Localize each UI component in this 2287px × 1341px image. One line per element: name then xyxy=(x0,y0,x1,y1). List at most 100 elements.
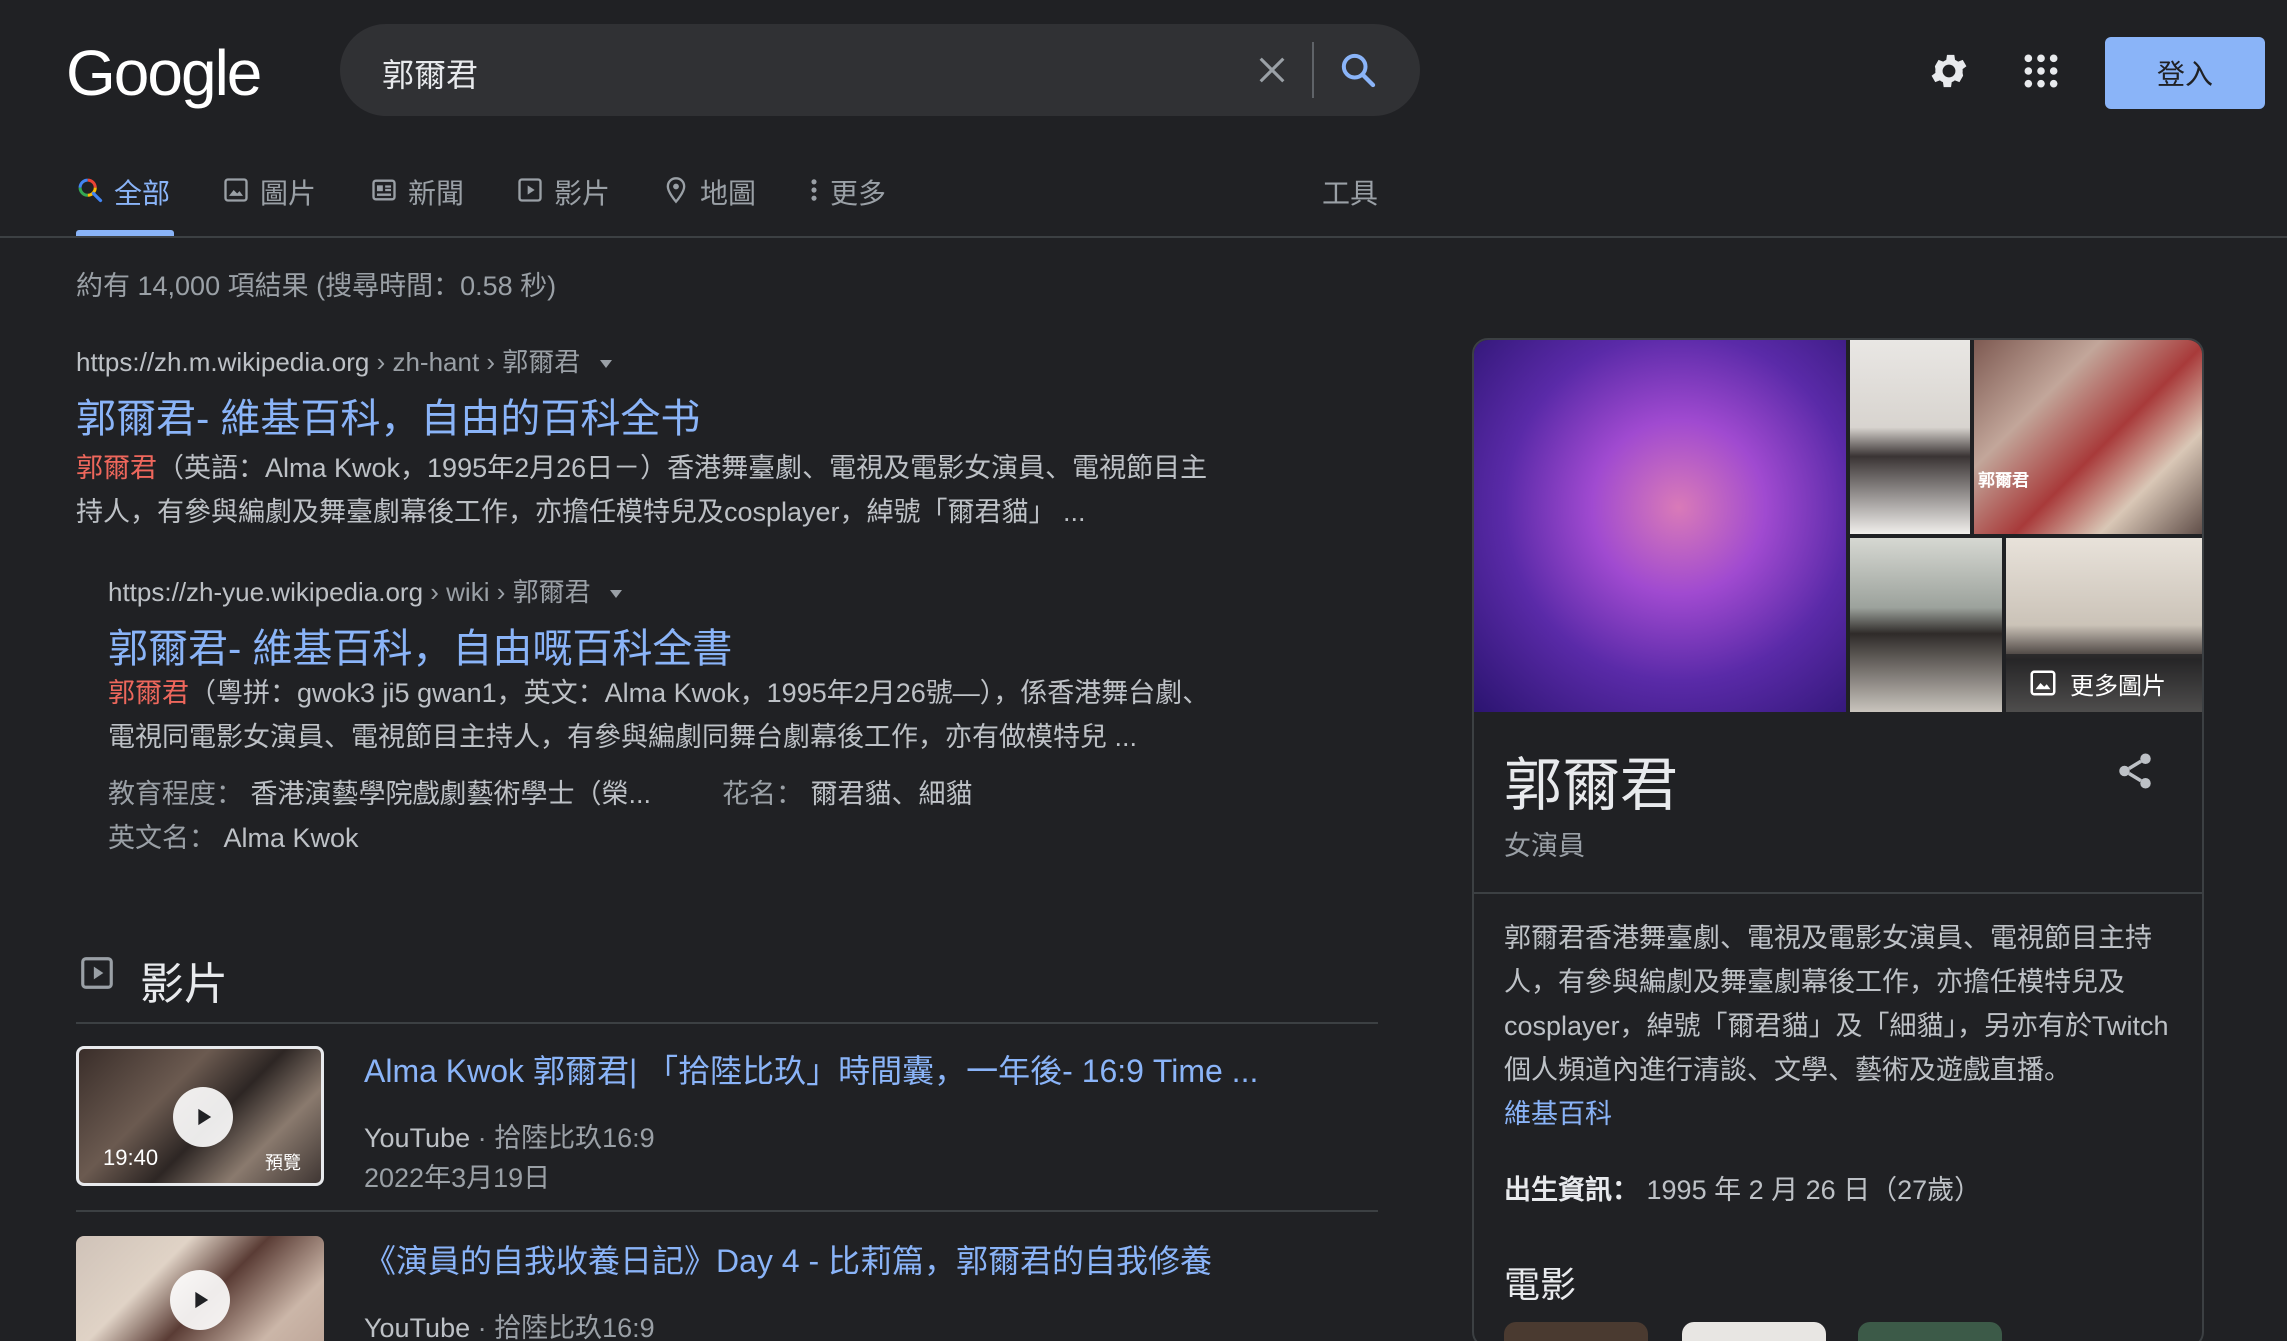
search-color-icon xyxy=(78,178,103,203)
film-thumbnail[interactable] xyxy=(1858,1322,2002,1341)
settings-button[interactable] xyxy=(1922,44,1976,98)
kp-description: 郭爾君香港舞臺劇、電視及電影女演員、電視節目主持人，有參與編劇及舞臺劇幕後工作，… xyxy=(1504,916,2184,1136)
video-title-link[interactable]: 《演員的自我收養日記》Day 4 - 比莉篇，郭爾君的自我修養 xyxy=(364,1236,1212,1282)
video-preview-label: 預覽 xyxy=(265,1153,301,1173)
image-icon xyxy=(2030,670,2056,696)
video-platform: YouTube xyxy=(364,1123,471,1153)
tab-videos[interactable]: 影片 xyxy=(516,172,610,238)
more-images-button[interactable]: 更多圖片 xyxy=(2006,654,2202,712)
video-channel: · 拾陸比玖16:9 xyxy=(470,1313,655,1341)
tab-all-label: 全部 xyxy=(114,178,171,209)
kp-films-heading[interactable]: 電影 xyxy=(1504,1256,1576,1308)
kp-birth-info: 出生資訊： 1995 年 2 月 26 日（27歲） xyxy=(1504,1168,1981,1207)
tab-all[interactable]: 全部 xyxy=(76,172,170,238)
video-thumbnail[interactable]: 19:40 預覽 xyxy=(76,1046,324,1186)
meta-value[interactable]: Alma Kwok xyxy=(224,823,359,853)
result-citation[interactable]: https://zh.m.wikipedia.org › zh-hant › 郭… xyxy=(76,342,614,379)
search-box[interactable]: 郭爾君 xyxy=(340,24,1420,116)
result-domain: https://zh.m.wikipedia.org xyxy=(76,347,370,377)
tabs-divider xyxy=(0,236,2287,238)
result-snippet: 郭爾君（粵拼：gwok3 ji5 gwan1，英文：Alma Kwok，1995… xyxy=(108,671,1308,759)
result-stats: 約有 14,000 項結果 (搜尋時間：0.58 秒) xyxy=(76,271,557,301)
tab-images-label: 圖片 xyxy=(260,178,317,209)
result-title-link[interactable]: 郭爾君- 維基百科，自由嘅百科全書 xyxy=(108,616,732,674)
video-channel: · 拾陸比玖16:9 xyxy=(470,1123,655,1153)
film-thumbnail[interactable] xyxy=(1682,1322,1826,1341)
meta-value[interactable]: 爾君貓、細貓 xyxy=(811,779,973,809)
snippet-line-1: （粵拼：gwok3 ji5 gwan1，英文：Alma Kwok，1995年2月… xyxy=(189,678,1210,708)
result-snippet: 郭爾君（英語：Alma Kwok，1995年2月26日－）香港舞臺劇、電視及電影… xyxy=(76,446,1276,534)
meta-value[interactable]: 香港演藝學院戲劇藝術學士（榮... xyxy=(251,779,652,809)
play-icon xyxy=(198,1108,212,1126)
caret-down-icon[interactable] xyxy=(608,588,624,600)
kp-birth-value: 1995 年 2 月 26 日（27歲） xyxy=(1646,1175,1982,1205)
apps-grid-icon xyxy=(2024,54,2058,88)
google-logo[interactable]: Google xyxy=(66,36,262,110)
snippet-line-2: 電視同電影女演員、電視節目主持人，有參與編劇同舞台劇幕後工作，亦有做模特兒 ..… xyxy=(108,722,1138,752)
kp-image[interactable] xyxy=(1850,538,2002,712)
video-section-icon xyxy=(78,954,116,997)
tab-maps-label: 地圖 xyxy=(700,178,757,209)
snippet-highlight: 郭爾君 xyxy=(76,453,157,483)
wikipedia-link[interactable]: 維基百科 xyxy=(1504,1099,1612,1129)
close-icon xyxy=(1259,57,1285,83)
more-images-label: 更多圖片 xyxy=(2070,672,2166,700)
result-domain: https://zh-yue.wikipedia.org xyxy=(108,577,424,607)
snippet-line-1: （英語：Alma Kwok，1995年2月26日－）香港舞臺劇、電視及電影女演員… xyxy=(157,453,1208,483)
kp-image[interactable] xyxy=(1850,340,1970,534)
gear-icon xyxy=(1931,54,1967,88)
kp-subtitle: 女演員 xyxy=(1504,831,1585,861)
play-button[interactable] xyxy=(170,1270,230,1330)
video-date: 2022年3月19日 xyxy=(364,1163,551,1193)
search-divider xyxy=(1312,42,1314,98)
result-meta-education: 教育程度： 香港演藝學院戲劇藝術學士（榮... xyxy=(108,772,651,811)
video-thumbnail[interactable] xyxy=(76,1236,324,1341)
video-icon xyxy=(518,178,542,202)
film-thumbnail[interactable] xyxy=(1504,1322,1648,1341)
videos-heading: 影片 xyxy=(140,960,228,1009)
kp-main-image[interactable] xyxy=(1474,340,1846,712)
tab-more[interactable]: 更多 xyxy=(808,172,886,238)
kp-birth-label[interactable]: 出生資訊： xyxy=(1504,1175,1639,1205)
result-meta-english-name: 英文名： Alma Kwok xyxy=(108,816,359,855)
video-duration: 19:40 xyxy=(103,1145,159,1170)
kp-image[interactable]: 更多圖片 xyxy=(2006,538,2202,712)
tab-news[interactable]: 新聞 xyxy=(370,172,464,238)
result-meta-nickname: 花名： 爾君貓、細貓 xyxy=(722,772,973,811)
tab-maps[interactable]: 地圖 xyxy=(662,172,756,238)
search-input[interactable]: 郭爾君 xyxy=(382,50,478,96)
image-icon xyxy=(224,178,248,202)
meta-label: 教育程度： xyxy=(108,779,243,809)
video-icon xyxy=(81,957,113,989)
share-icon xyxy=(2119,753,2151,789)
map-pin-icon xyxy=(666,177,686,204)
play-icon xyxy=(195,1291,209,1309)
meta-label: 花名： xyxy=(722,779,803,809)
result-citation[interactable]: https://zh-yue.wikipedia.org › wiki › 郭爾… xyxy=(108,572,624,609)
video-divider xyxy=(76,1210,1378,1212)
more-vertical-icon xyxy=(811,179,817,201)
video-source: YouTube · 拾陸比玖16:9 xyxy=(364,1116,655,1155)
knowledge-panel: 郭爾君 更多圖片 郭爾君 女演員 郭爾君香港舞臺劇、電視及電影女演員、電視節目主… xyxy=(1472,338,2204,1341)
section-divider xyxy=(76,1022,1378,1024)
news-icon xyxy=(372,179,396,201)
share-button[interactable] xyxy=(2114,750,2156,797)
caret-down-icon[interactable] xyxy=(598,358,614,370)
result-path: › wiki › 郭爾君 xyxy=(423,577,591,607)
google-apps-button[interactable] xyxy=(2014,44,2068,98)
meta-label: 英文名： xyxy=(108,823,216,853)
play-button[interactable] xyxy=(173,1087,233,1147)
result-title-link[interactable]: 郭爾君- 維基百科，自由的百科全书 xyxy=(76,386,700,444)
snippet-highlight: 郭爾君 xyxy=(108,678,189,708)
clear-search-button[interactable] xyxy=(1246,44,1298,96)
tab-tools-label: 工具 xyxy=(1322,178,1379,209)
tab-videos-label: 影片 xyxy=(554,178,611,209)
tools-button[interactable]: 工具 xyxy=(1322,172,1378,238)
video-title-link[interactable]: Alma Kwok 郭爾君| 「拾陸比玖」時間囊，一年後- 16:9 Time … xyxy=(364,1046,1258,1092)
kp-description-text: 郭爾君香港舞臺劇、電視及電影女演員、電視節目主持人，有參與編劇及舞臺劇幕後工作，… xyxy=(1504,923,2169,1085)
kp-image[interactable]: 郭爾君 xyxy=(1974,340,2202,534)
tab-images[interactable]: 圖片 xyxy=(222,172,316,238)
sign-in-button[interactable]: 登入 xyxy=(2105,37,2265,109)
search-button[interactable] xyxy=(1330,42,1386,98)
video-platform: YouTube xyxy=(364,1313,471,1341)
